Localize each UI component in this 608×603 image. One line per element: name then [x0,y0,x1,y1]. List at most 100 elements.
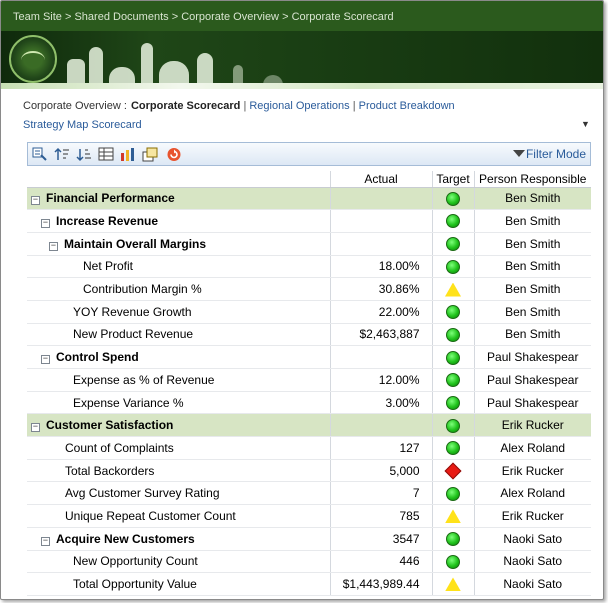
table-row[interactable]: New Product Revenue $2,463,887 Ben Smith [27,323,591,347]
breadcrumb-item-shared-documents[interactable]: Shared Documents [74,11,168,23]
target-cell [432,300,475,324]
actual-value: 127 [330,436,433,460]
actual-value: $1,443,989.44 [330,572,433,596]
table-row[interactable]: Expense Variance % 3.00% Paul Shakespear [27,391,591,415]
table-row[interactable]: Total Opportunity Value $1,443,989.44 Naok… [27,572,591,596]
table-row[interactable]: − Increase Revenue Ben Smith [27,209,591,233]
person-responsible: Ben Smith [474,187,591,211]
table-row[interactable]: New Opportunity Count 446 Naoki Sato [27,550,591,574]
scorecard-nav-row-2: Strategy Map Scorecard [23,119,142,131]
collapse-icon[interactable]: − [31,196,40,206]
kpi-name: Control Spend [56,350,139,365]
nav-link-product-breakdown[interactable]: Product Breakdown [359,100,455,112]
kpi-name: Customer Satisfaction [46,418,174,433]
table-row[interactable]: Total Backorders 5,000 Erik Rucker [27,459,591,483]
target-cell [432,413,475,438]
person-responsible: Naoki Sato [474,572,591,596]
kpi-name: New Product Revenue [73,327,194,342]
breadcrumb-item-corporate-scorecard[interactable]: Corporate Scorecard [292,11,394,23]
yellow-triangle-status-icon [445,509,461,524]
site-logo [9,35,57,83]
target-cell [432,436,475,460]
target-cell [432,209,475,233]
collapse-icon[interactable]: − [31,423,40,433]
target-cell [432,527,475,551]
banner-stripe [1,83,603,89]
column-header-target[interactable]: Target [432,171,475,188]
drill-icon[interactable] [32,147,48,162]
target-cell [432,255,475,279]
person-responsible: Naoki Sato [474,550,591,574]
kpi-name-cell: Total Opportunity Value [27,572,331,596]
actual-value: 18.00% [330,255,433,279]
table-row[interactable]: − Maintain Overall Margins Ben Smith [27,232,591,256]
collapse-icon[interactable]: − [41,536,50,546]
funnel-icon [512,150,525,157]
kpi-name-cell: − Control Spend [27,345,331,369]
kpi-name: Increase Revenue [56,214,159,229]
collapse-icon[interactable]: − [41,355,50,365]
column-header-person-responsible[interactable]: Person Responsible [474,171,591,188]
scorecard-window: Team Site > Shared Documents > Corporate… [0,0,604,600]
table-row[interactable]: − Acquire New Customers 3547 Naoki Sato [27,527,591,551]
column-header-actual[interactable]: Actual [330,171,433,188]
kpi-name-cell: Contribution Margin % [27,277,331,301]
green-circle-status-icon [446,441,460,456]
green-circle-status-icon [446,259,460,274]
kpi-name: Expense Variance % [73,395,184,410]
kpi-name-cell: Net Profit [27,255,331,279]
table-row[interactable]: − Control Spend Paul Shakespear [27,345,591,369]
actual-value: 785 [330,504,433,528]
green-circle-status-icon [446,554,460,569]
kpi-name: Net Profit [83,259,134,274]
table-row[interactable]: Net Profit 18.00% Ben Smith [27,255,591,279]
chart-icon[interactable] [120,147,136,162]
table-row[interactable]: Avg Customer Survey Rating 7 Alex Roland [27,481,591,506]
refresh-icon[interactable] [166,147,182,162]
nav-link-regional-operations[interactable]: Regional Operations [249,100,349,112]
target-cell [432,232,475,256]
green-circle-status-icon [446,486,460,501]
kpi-name-cell: New Opportunity Count [27,550,331,574]
green-circle-status-icon [446,214,460,229]
table-row[interactable]: − Customer Satisfaction Erik Rucker [27,413,591,438]
filter-mode-label: Filter Mode [525,147,586,161]
person-responsible: Ben Smith [474,209,591,233]
table-row[interactable]: Expense as % of Revenue 12.00% Paul Shakes… [27,368,591,392]
nav-link-strategy-map-scorecard[interactable]: Strategy Map Scorecard [23,119,142,131]
breadcrumb-item-team-site[interactable]: Team Site [13,11,62,23]
kpi-name: Contribution Margin % [83,282,202,297]
kpi-name: Total Opportunity Value [73,577,197,592]
breadcrumb-separator: > [279,11,292,23]
table-row[interactable]: YOY Revenue Growth 22.00% Ben Smith [27,300,591,324]
table-icon[interactable] [98,147,114,162]
kpi-name-cell: Unique Repeat Customer Count [27,504,331,528]
green-circle-status-icon [446,305,460,320]
sort-descending-icon[interactable] [76,147,92,162]
collapse-icon[interactable]: − [41,219,50,229]
breadcrumb-item-corporate-overview[interactable]: Corporate Overview [181,11,279,23]
kpi-name-cell: Total Backorders [27,459,331,483]
kpi-name-cell: − Acquire New Customers [27,527,331,551]
nav-menu-arrow-icon[interactable]: ▼ [581,119,590,129]
actual-value: 30.86% [330,277,433,301]
actual-value: 5,000 [330,459,433,483]
kpi-name-cell: − Maintain Overall Margins [27,232,331,256]
kpi-name: Expense as % of Revenue [73,372,215,387]
table-row[interactable]: − Financial Performance Ben Smith [27,187,591,211]
collapse-icon[interactable]: − [49,241,58,251]
kpi-name-cell: Count of Complaints [27,436,331,460]
kpi-name: YOY Revenue Growth [73,304,192,319]
kpi-name-cell: Expense Variance % [27,391,331,415]
sort-ascending-icon[interactable] [54,147,70,162]
kpi-name: Count of Complaints [65,440,174,455]
table-row[interactable]: Count of Complaints 127 Alex Roland [27,436,591,460]
table-row[interactable]: Contribution Margin % 30.86% Ben Smith [27,277,591,301]
filter-mode-button[interactable]: Filter Mode [512,147,586,161]
target-cell [432,368,475,392]
target-cell [432,345,475,369]
show-details-icon[interactable] [142,147,158,162]
actual-value [330,413,433,438]
scorecard-nav: Corporate Overview : Corporate Scorecard … [23,100,455,112]
table-row[interactable]: Unique Repeat Customer Count 785 Erik Ruck… [27,504,591,528]
